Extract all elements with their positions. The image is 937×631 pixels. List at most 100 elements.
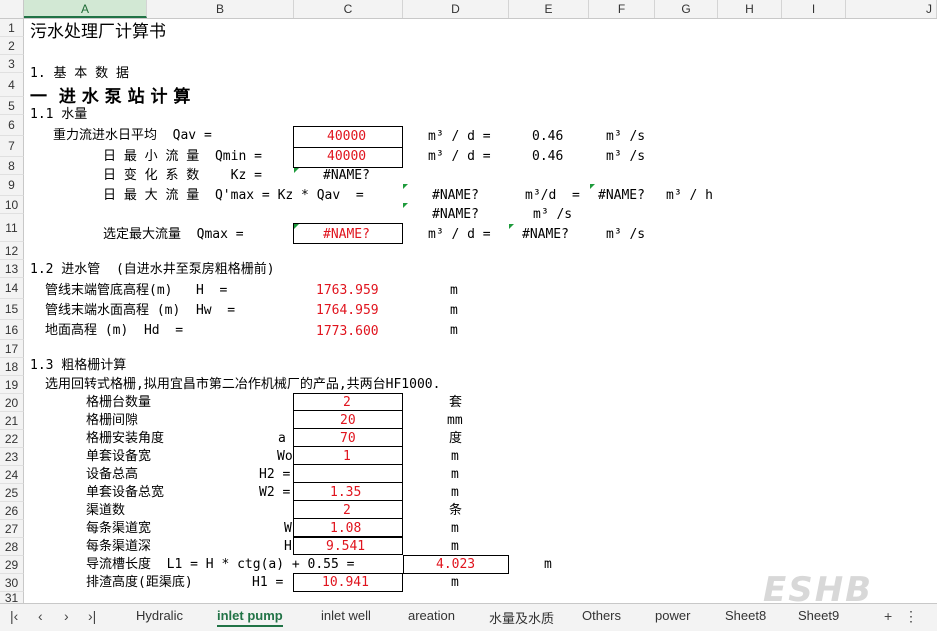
row-header[interactable]: 28: [0, 538, 24, 556]
cell-unit[interactable]: 套: [449, 394, 462, 412]
tab-hydralic[interactable]: Hydralic: [136, 608, 183, 623]
row-header[interactable]: 29: [0, 556, 24, 574]
row-header[interactable]: 23: [0, 448, 24, 466]
cell-value[interactable]: 1: [343, 448, 351, 466]
cell-value[interactable]: 1.35: [330, 484, 361, 502]
cell-label[interactable]: 重力流进水日平均 Qav =: [53, 127, 212, 145]
row-header[interactable]: 9: [0, 175, 24, 196]
section-heading[interactable]: 一 进 水 泵 站 计 算: [30, 86, 190, 108]
cell-label[interactable]: 设备总高: [86, 466, 138, 484]
cell-value[interactable]: 1773.600: [316, 323, 379, 341]
cell-symbol[interactable]: H: [284, 538, 292, 556]
subsection-heading[interactable]: 1.2 进水管 (自进水井至泵房粗格栅前): [30, 261, 275, 279]
tab-sheet8[interactable]: Sheet8: [725, 608, 766, 623]
tab-inlet-well[interactable]: inlet well: [321, 608, 371, 623]
row-header[interactable]: 18: [0, 358, 24, 376]
row-header[interactable]: 21: [0, 412, 24, 430]
column-header-d[interactable]: D: [403, 0, 509, 18]
cell-unit[interactable]: m³/d =: [525, 187, 580, 205]
sheet-title[interactable]: 污水处理厂计算书: [30, 21, 166, 43]
cell-value[interactable]: #NAME?: [598, 187, 645, 205]
row-header[interactable]: 2: [0, 37, 24, 55]
row-header[interactable]: 27: [0, 520, 24, 538]
cell-unit[interactable]: m³ /s: [606, 128, 645, 146]
prev-sheet-icon[interactable]: ‹: [38, 608, 43, 624]
tab-others[interactable]: Others: [582, 608, 621, 623]
cell-unit[interactable]: m: [451, 538, 459, 556]
cell-label[interactable]: 导流槽长度 L1 = H * ctg(a) + 0.55 =: [86, 556, 355, 574]
cell-value[interactable]: #NAME?: [432, 206, 479, 224]
cell-label[interactable]: 格栅台数量: [86, 394, 151, 412]
cell-value[interactable]: 0.46: [532, 128, 563, 146]
next-sheet-icon[interactable]: ›: [64, 608, 69, 624]
cell-unit[interactable]: 条: [449, 502, 462, 520]
cell-label[interactable]: 地面高程 (m) Hd =: [45, 322, 183, 340]
cell-value[interactable]: 1763.959: [316, 282, 379, 300]
cell-label[interactable]: 每条渠道宽: [86, 520, 151, 538]
cell-value[interactable]: #NAME?: [522, 226, 569, 244]
first-sheet-icon[interactable]: |‹: [10, 608, 18, 624]
cell-unit[interactable]: m³ / d =: [428, 226, 491, 244]
cell-unit[interactable]: m³ / h: [666, 187, 713, 205]
cell-unit[interactable]: m: [544, 556, 552, 574]
row-header[interactable]: 22: [0, 430, 24, 448]
cell-text[interactable]: 选用回转式格栅,拟用宜昌市第二冶作机械厂的产品,共两台HF1000.: [45, 376, 440, 394]
column-header-f[interactable]: F: [589, 0, 655, 18]
tab-water-quality[interactable]: 水量及水质: [489, 608, 554, 627]
cell-unit[interactable]: m³ /s: [533, 206, 572, 224]
row-header[interactable]: 17: [0, 340, 24, 358]
cell-unit[interactable]: m³ /s: [606, 226, 645, 244]
cell-comment-marker[interactable]: [509, 224, 514, 229]
add-sheet-icon[interactable]: +: [884, 608, 892, 624]
cell-comment-marker[interactable]: [294, 224, 299, 229]
cell-value[interactable]: #NAME?: [323, 226, 370, 244]
subsection-heading[interactable]: 1.3 粗格栅计算: [30, 357, 126, 375]
cell-value[interactable]: 40000: [327, 128, 366, 146]
cell-comment-marker[interactable]: [590, 184, 595, 189]
cell-label[interactable]: 选定最大流量 Qmax =: [103, 226, 244, 244]
tab-power[interactable]: power: [655, 608, 690, 623]
row-header[interactable]: 3: [0, 55, 24, 73]
cell-label[interactable]: 单套设备宽: [86, 448, 151, 466]
cell-label[interactable]: 每条渠道深: [86, 538, 151, 556]
row-header[interactable]: 8: [0, 157, 24, 175]
column-header-a[interactable]: A: [24, 0, 147, 18]
row-header[interactable]: 19: [0, 376, 24, 394]
cell-value[interactable]: 0.46: [532, 148, 563, 166]
cell-label[interactable]: 日 变 化 系 数 Kz =: [103, 167, 262, 185]
row-header[interactable]: 11: [0, 214, 24, 242]
column-header-g[interactable]: G: [655, 0, 718, 18]
tab-areation[interactable]: areation: [408, 608, 455, 623]
cell-label[interactable]: 日 最 小 流 量 Qmin =: [103, 148, 262, 166]
cell-label[interactable]: 日 最 大 流 量 Q'max = Kz * Qav =: [103, 187, 364, 205]
cell-value[interactable]: #NAME?: [323, 167, 370, 185]
cell-symbol[interactable]: H2 =: [259, 466, 290, 484]
cell-label[interactable]: 排渣高度(距渠底): [86, 574, 193, 592]
row-header[interactable]: 5: [0, 97, 24, 115]
cell-symbol[interactable]: a: [278, 430, 286, 448]
cell-symbol[interactable]: W2 =: [259, 484, 290, 502]
cell-value[interactable]: 1764.959: [316, 302, 379, 320]
cell-value[interactable]: 10.941: [322, 574, 369, 592]
cell-unit[interactable]: m: [451, 466, 459, 484]
row-header[interactable]: 6: [0, 115, 24, 136]
section-heading[interactable]: 1. 基 本 数 据: [30, 65, 129, 83]
row-header[interactable]: 10: [0, 196, 24, 214]
cell-unit[interactable]: m: [450, 322, 458, 340]
row-header[interactable]: 20: [0, 394, 24, 412]
row-header[interactable]: 14: [0, 278, 24, 299]
cell-comment-marker[interactable]: [403, 184, 408, 189]
cell-value[interactable]: 4.023: [436, 556, 475, 574]
cell-unit[interactable]: m: [451, 574, 459, 592]
cell-label[interactable]: 格栅间隙: [86, 412, 138, 430]
cell-label[interactable]: 单套设备总宽: [86, 484, 164, 502]
row-header[interactable]: 13: [0, 260, 24, 278]
cell-symbol[interactable]: W: [284, 520, 292, 538]
cell-value[interactable]: 2: [343, 502, 351, 520]
cell-value[interactable]: 20: [340, 412, 356, 430]
row-header[interactable]: 26: [0, 502, 24, 520]
column-header-h[interactable]: H: [718, 0, 782, 18]
row-header[interactable]: 4: [0, 73, 24, 97]
cell-unit[interactable]: m³ / d =: [428, 148, 491, 166]
row-header[interactable]: 24: [0, 466, 24, 484]
